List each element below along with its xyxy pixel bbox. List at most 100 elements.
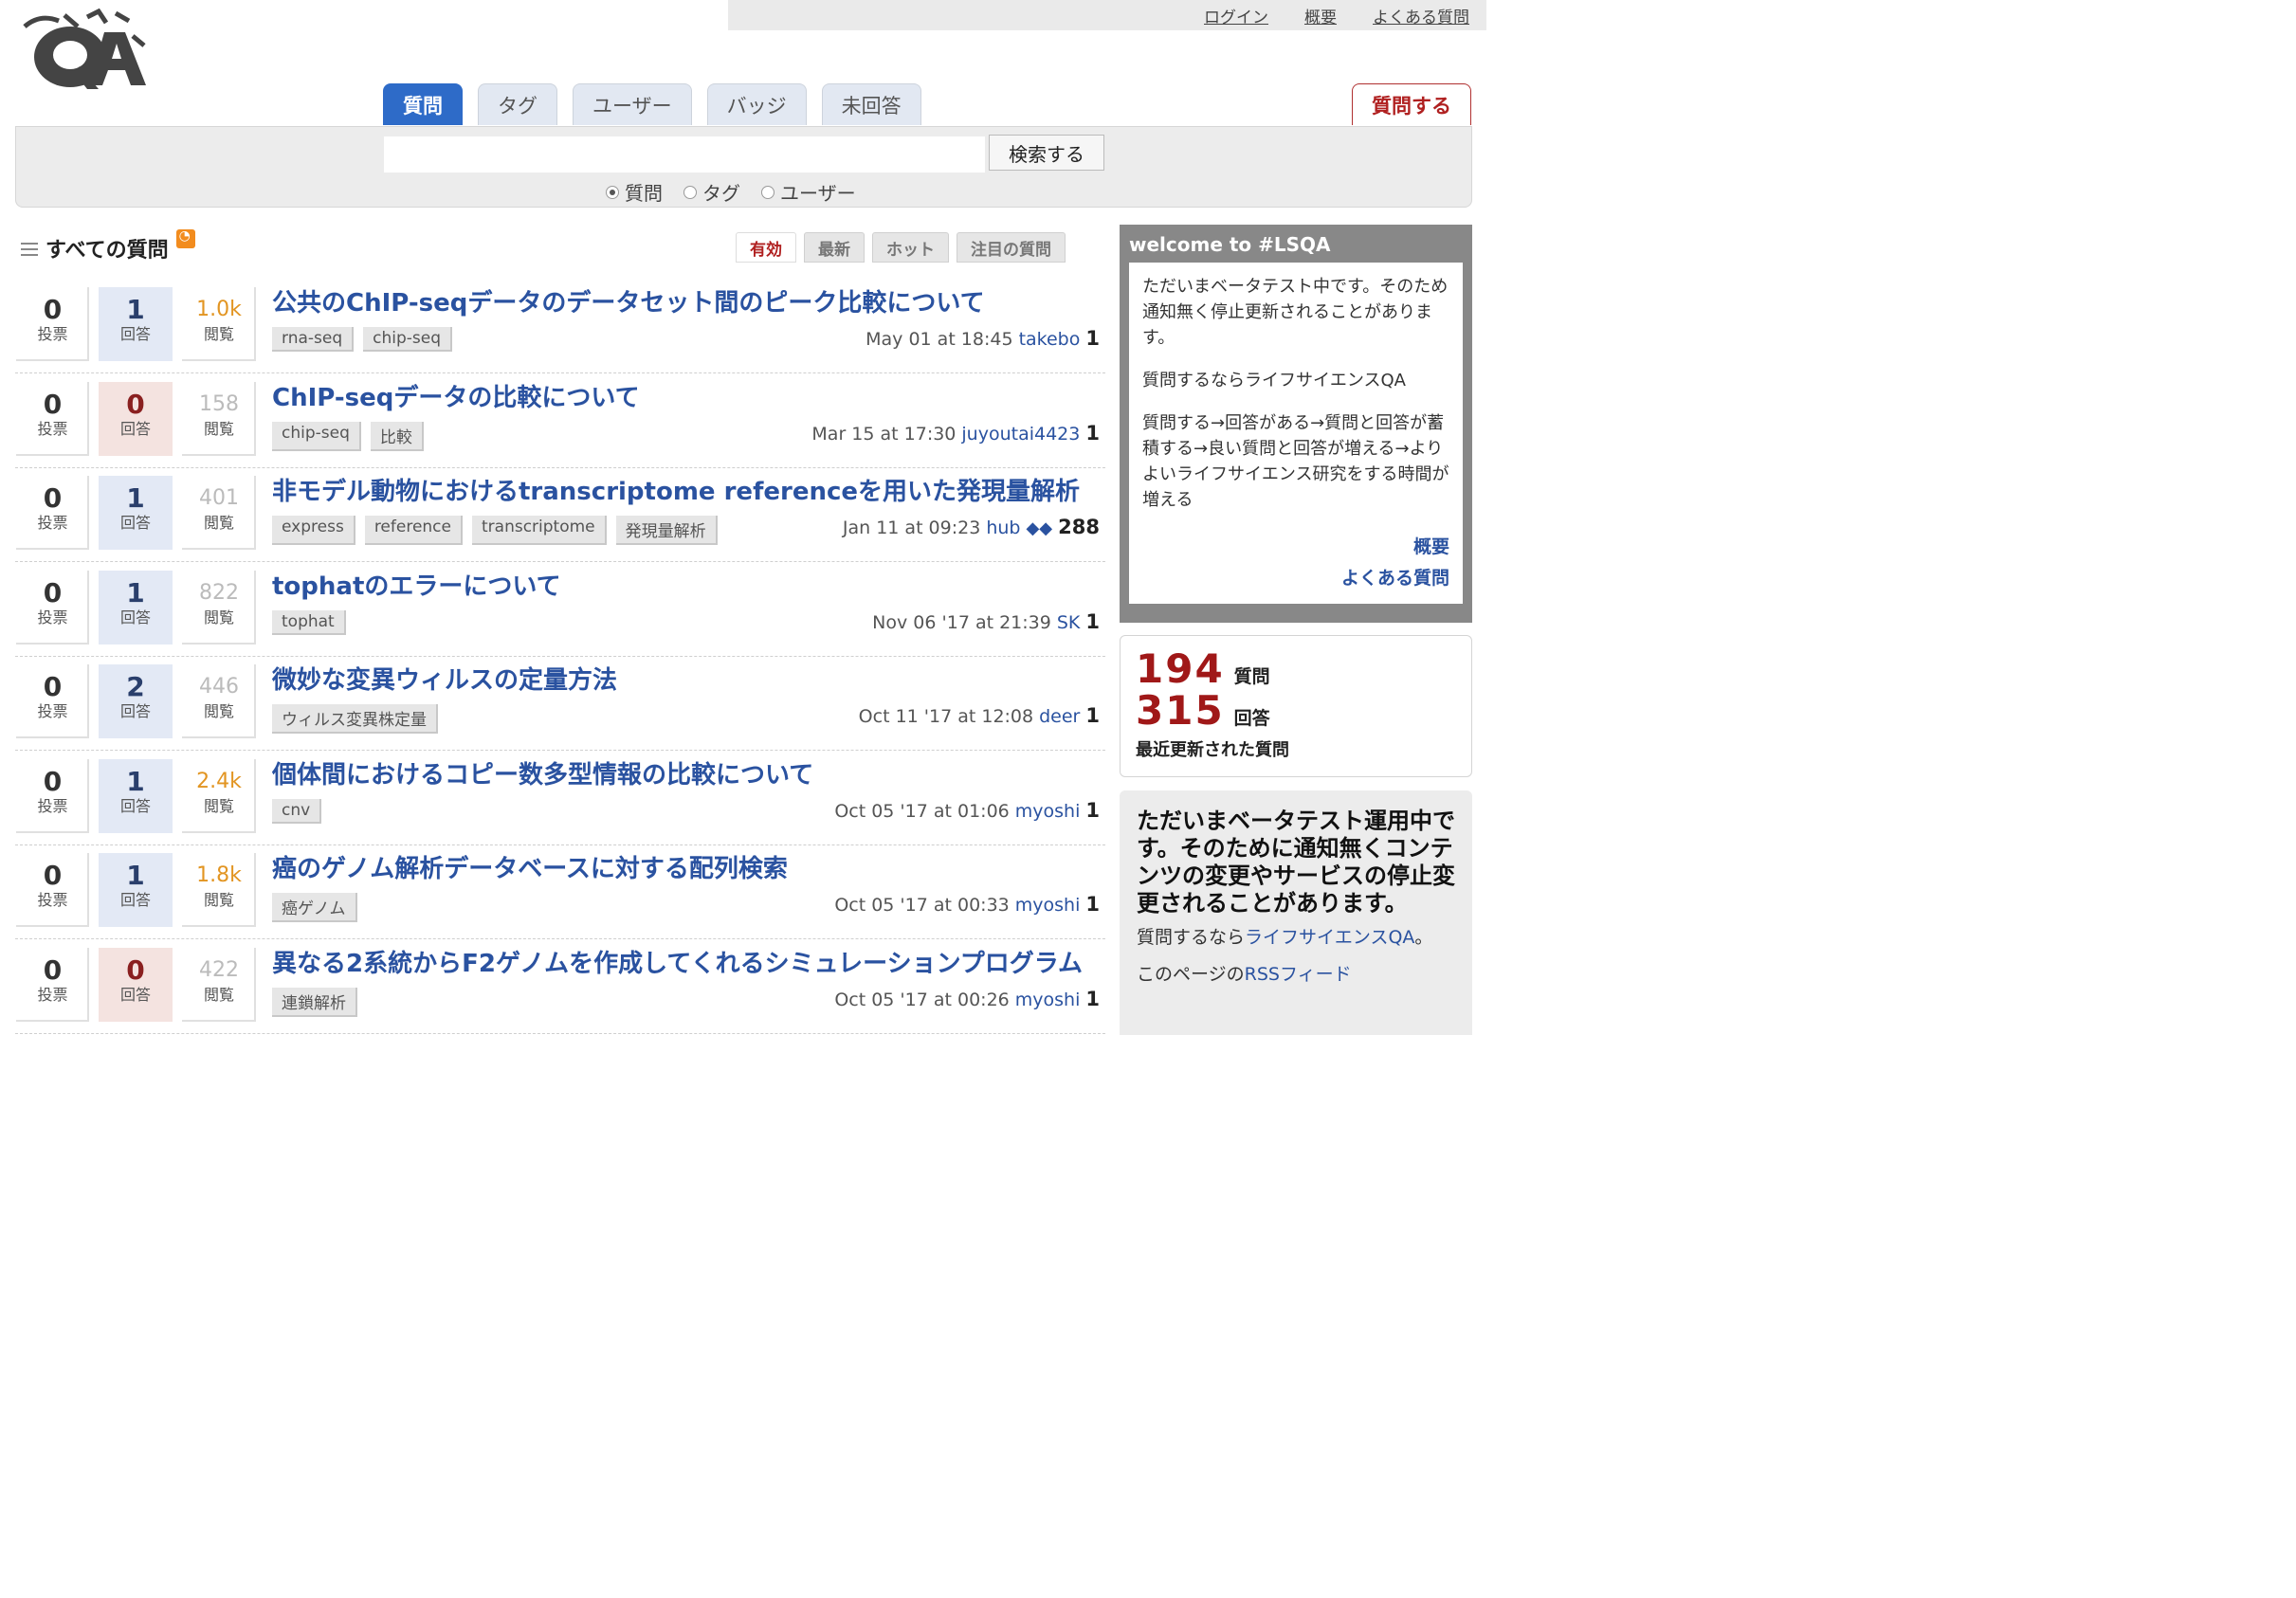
- tag[interactable]: ウィルス変異株定量: [272, 704, 438, 734]
- user-link[interactable]: myoshi: [1015, 801, 1081, 822]
- sort-hot[interactable]: ホット: [872, 232, 949, 263]
- tab-unanswered[interactable]: 未回答: [821, 83, 921, 125]
- question-row: 0 投票 0 回答 422 閲覧 異なる2系統からF2ゲノムを作成してくれるシミュレーション…: [15, 942, 1105, 1034]
- recent-questions-heading: 最近更新された質問: [1136, 740, 1289, 760]
- tag-list: ウィルス変異株定量: [272, 704, 438, 734]
- vote-count: 0 投票: [15, 948, 89, 1022]
- tag[interactable]: chip-seq: [363, 327, 453, 352]
- question-title-link[interactable]: 個体間におけるコピー数多型情報の比較について: [272, 755, 813, 790]
- vote-count: 0 投票: [15, 382, 89, 456]
- reputation: 1: [1085, 988, 1100, 1010]
- reputation: 1: [1085, 327, 1100, 350]
- tab-questions[interactable]: 質問: [383, 83, 463, 125]
- radio-selected-icon: [606, 185, 619, 199]
- site-logo[interactable]: [21, 8, 154, 93]
- timestamp: May 01 at 18:45: [866, 329, 1013, 350]
- rss-icon[interactable]: [175, 228, 195, 248]
- tag[interactable]: 癌ゲノム: [272, 893, 357, 922]
- rss-feed-link[interactable]: RSSフィード: [1245, 964, 1352, 985]
- answer-count-box: 1 回答: [99, 287, 173, 361]
- search-button[interactable]: 検索する: [989, 135, 1104, 171]
- welcome-text: ただいまベータテスト中です。そのため通知無く停止更新されることがあります。: [1142, 277, 1449, 348]
- search-input[interactable]: [384, 136, 985, 173]
- user-link[interactable]: hub: [986, 518, 1020, 538]
- list-icon: [21, 243, 38, 256]
- tag[interactable]: transcriptome: [472, 516, 607, 545]
- question-meta: May 01 at 18:45 takebo 1: [866, 327, 1100, 350]
- question-count: 194: [1136, 645, 1225, 692]
- question-title-link[interactable]: ChIP-seqデータの比較について: [272, 378, 640, 413]
- page-title: すべての質問: [46, 239, 169, 263]
- welcome-faq-link[interactable]: よくある質問: [1341, 563, 1449, 594]
- timestamp: Mar 15 at 17:30: [811, 424, 957, 445]
- login-link[interactable]: ログイン: [1204, 4, 1268, 27]
- question-title-link[interactable]: 異なる2系統からF2ゲノムを作成してくれるシミュレーションプログラム: [272, 944, 1083, 979]
- about-link[interactable]: 概要: [1304, 4, 1337, 27]
- notice-line: 質問するならライフサイエンスQA。: [1137, 927, 1433, 948]
- tab-users[interactable]: ユーザー: [573, 83, 692, 125]
- sort-featured[interactable]: 注目の質問: [957, 232, 1066, 263]
- user-link[interactable]: myoshi: [1015, 895, 1081, 916]
- view-count: 822 閲覧: [182, 571, 256, 645]
- user-link[interactable]: deer: [1039, 706, 1080, 727]
- faq-link[interactable]: よくある質問: [1373, 4, 1469, 27]
- question-title-link[interactable]: 微妙な変異ウィルスの定量方法: [272, 661, 617, 696]
- list-header: すべての質問: [21, 227, 195, 263]
- welcome-box: welcome to #LSQA ただいまベータテスト中です。そのため通知無く停…: [1120, 225, 1472, 623]
- tab-badges[interactable]: バッジ: [706, 83, 807, 125]
- ask-question-button[interactable]: 質問する: [1352, 83, 1471, 125]
- tag[interactable]: chip-seq: [272, 422, 361, 451]
- sort-active[interactable]: 有効: [736, 232, 796, 263]
- welcome-text: 質問するならライフサイエンスQA: [1142, 371, 1406, 390]
- reputation: 1: [1085, 610, 1100, 633]
- search-scope: 質問 タグ ユーザー: [606, 178, 856, 206]
- scope-users[interactable]: ユーザー: [761, 178, 856, 206]
- timestamp: Jan 11 at 09:23: [842, 518, 981, 538]
- tag[interactable]: 連鎖解析: [272, 988, 357, 1017]
- sort-newest[interactable]: 最新: [804, 232, 865, 263]
- user-link[interactable]: myoshi: [1015, 990, 1081, 1010]
- answer-count-box: 0 回答: [99, 948, 173, 1022]
- search-bar: 検索する 質問 タグ ユーザー: [15, 126, 1472, 208]
- tag[interactable]: 発現量解析: [615, 516, 718, 545]
- tag[interactable]: 比較: [370, 422, 424, 451]
- tag-list: cnv: [272, 799, 322, 824]
- tag[interactable]: cnv: [272, 799, 322, 824]
- question-title-link[interactable]: tophatのエラーについて: [272, 567, 561, 602]
- badge-icon: ◆◆: [1026, 518, 1053, 538]
- view-count: 158 閲覧: [182, 382, 256, 456]
- user-link[interactable]: SK: [1057, 612, 1081, 633]
- reputation: 1: [1085, 422, 1100, 445]
- question-title-link[interactable]: 公共のChIP-seqデータのデータセット間のピーク比較について: [272, 283, 985, 318]
- tag[interactable]: express: [272, 516, 355, 545]
- answer-count: 315: [1136, 687, 1225, 734]
- question-row: 0 投票 1 回答 2.4k 閲覧 個体間におけるコピー数多型情報の比較について cnv Oct…: [15, 754, 1105, 845]
- question-count-label: 質問: [1233, 666, 1270, 687]
- vote-count: 0 投票: [15, 853, 89, 927]
- question-title-link[interactable]: 非モデル動物におけるtranscriptome referenceを用いた発現量…: [272, 472, 1080, 507]
- answer-count-label: 回答: [1233, 708, 1270, 729]
- question-meta: Oct 05 '17 at 00:26 myoshi 1: [834, 988, 1100, 1010]
- tag[interactable]: reference: [364, 516, 463, 545]
- timestamp: Oct 11 '17 at 12:08: [858, 706, 1034, 727]
- lsqa-link[interactable]: ライフサイエンスQA: [1245, 927, 1414, 948]
- vote-count: 0 投票: [15, 571, 89, 645]
- view-count: 401 閲覧: [182, 476, 256, 550]
- user-link[interactable]: takebo: [1019, 329, 1081, 350]
- timestamp: Oct 05 '17 at 00:33: [834, 895, 1010, 916]
- tag[interactable]: tophat: [272, 610, 346, 635]
- user-link[interactable]: juyoutai4423: [961, 424, 1080, 445]
- vote-count: 0 投票: [15, 287, 89, 361]
- answer-count-box: 2 回答: [99, 664, 173, 738]
- tag-list: chip-seq 比較: [272, 422, 424, 451]
- vote-count: 0 投票: [15, 664, 89, 738]
- tab-tags[interactable]: タグ: [478, 83, 557, 125]
- welcome-about-link[interactable]: 概要: [1341, 532, 1449, 563]
- scope-tags[interactable]: タグ: [683, 178, 740, 206]
- scope-questions[interactable]: 質問: [606, 178, 663, 206]
- view-count: 2.4k 閲覧: [182, 759, 256, 833]
- reputation: 1: [1085, 893, 1100, 916]
- vote-count: 0 投票: [15, 476, 89, 550]
- tag[interactable]: rna-seq: [272, 327, 355, 352]
- question-title-link[interactable]: 癌のゲノム解析データベースに対する配列検索: [272, 849, 788, 884]
